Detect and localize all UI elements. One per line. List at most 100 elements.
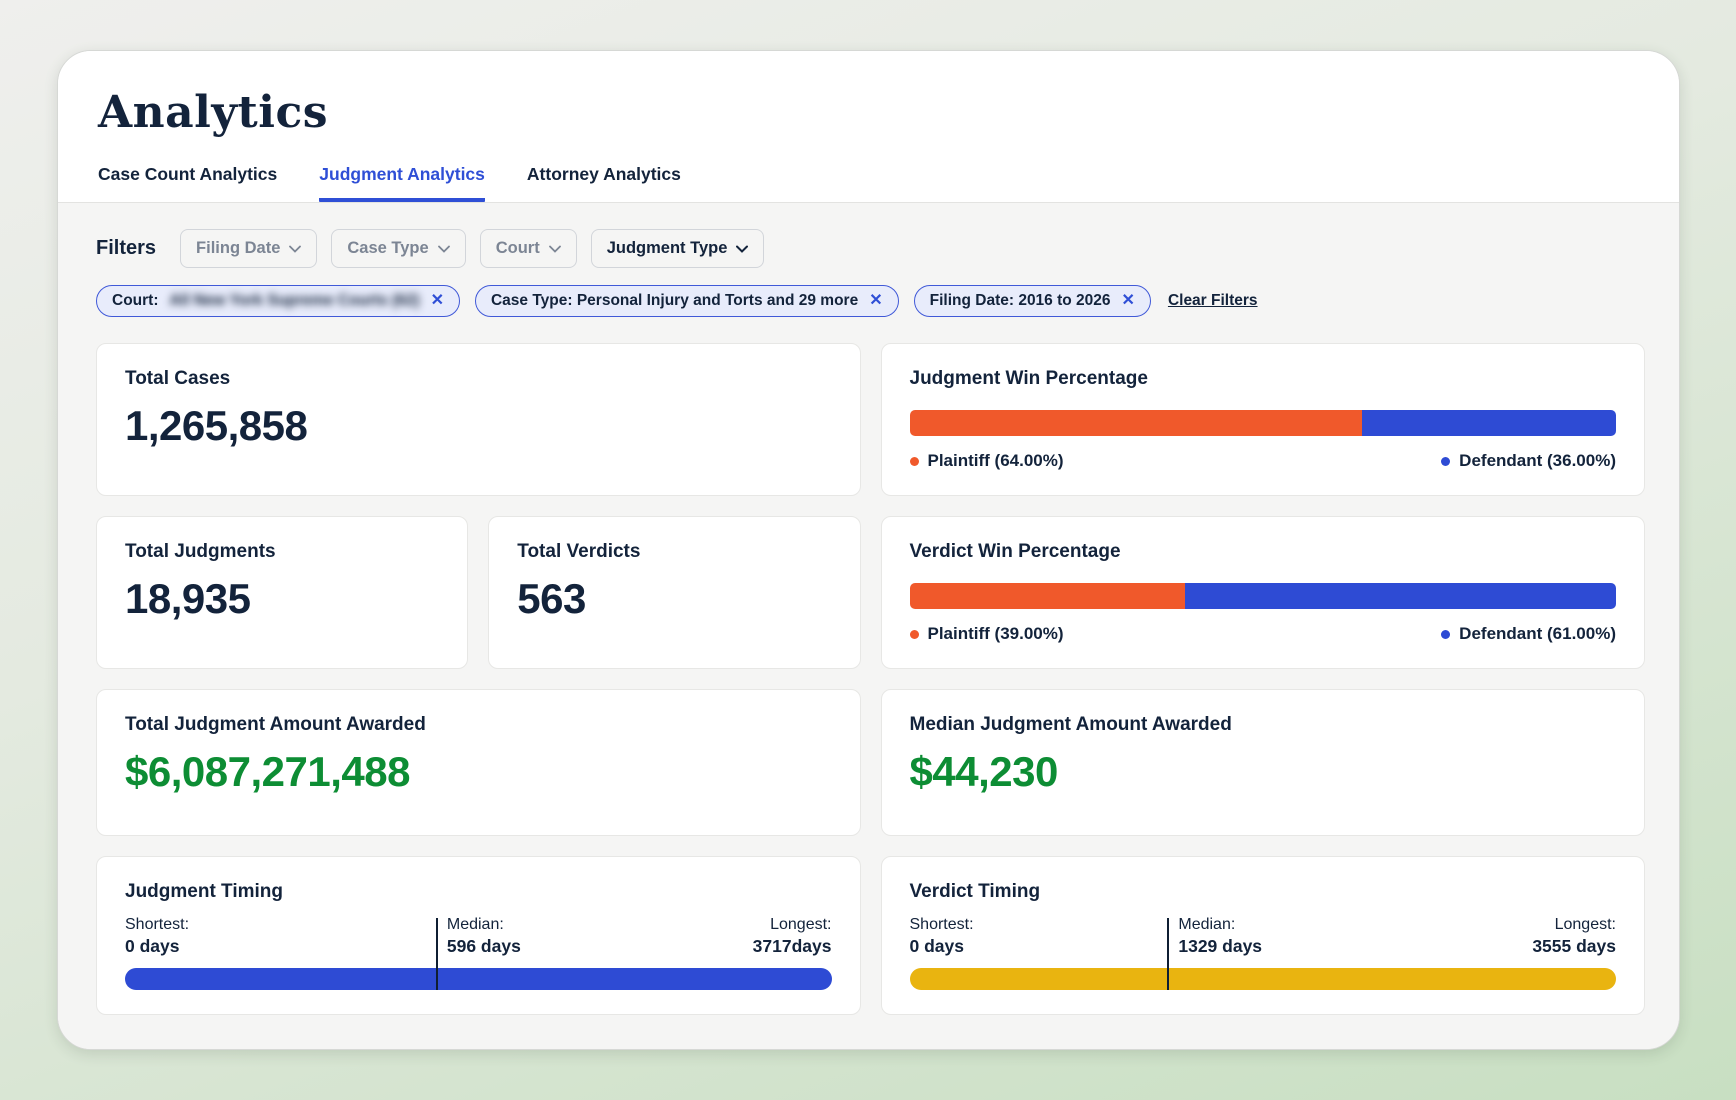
totals-subgrid: Total Judgments 18,935 Total Verdicts 56…	[96, 516, 861, 669]
active-filter-chips: Court: All New York Supreme Courts (62) …	[96, 285, 1645, 317]
total-cases-value: 1,265,858	[125, 402, 308, 449]
defendant-dot-icon	[1441, 456, 1451, 466]
tab-case-count-analytics[interactable]: Case Count Analytics	[98, 164, 277, 202]
total-verdicts-value: 563	[517, 575, 586, 622]
remove-court-filter-icon[interactable]: ✕	[431, 293, 444, 309]
content-area: Filters Filing Date Case Type Court Judg…	[58, 203, 1679, 1049]
judgment-win-percentage-card: Judgment Win Percentage Plaintiff (64.00…	[880, 343, 1645, 496]
verdict-win-defendant-legend: Defendant (61.00%)	[1441, 624, 1616, 644]
verdict-win-plaintiff-legend: Plaintiff (39.00%)	[909, 624, 1064, 644]
verdict-timing-median-marker	[1167, 918, 1170, 990]
chevron-down-icon	[289, 245, 302, 253]
judgment-win-defendant-legend: Defendant (36.00%)	[1441, 451, 1616, 471]
total-judgment-amount-value: $6,087,271,488	[125, 748, 410, 795]
judgment-timing-shortest: Shortest: 0 days	[125, 916, 189, 957]
filters-label: Filters	[96, 237, 157, 259]
judgment-win-bar	[909, 410, 1617, 436]
judgment-win-plaintiff-segment	[909, 410, 1362, 436]
chevron-down-icon	[437, 245, 450, 253]
verdict-timing-median: Median: 1329 days	[1167, 916, 1262, 957]
judgment-win-defendant-label: Defendant (36.00%)	[1459, 451, 1616, 470]
judgment-timing-title: Judgment Timing	[125, 881, 283, 902]
verdict-win-defendant-segment	[1185, 583, 1616, 609]
filing-date-dropdown-label: Filing Date	[196, 239, 281, 257]
filters-row: Filters Filing Date Case Type Court Judg…	[96, 229, 1645, 268]
court-chip-prefix: Court:	[112, 292, 159, 309]
judgment-win-title: Judgment Win Percentage	[909, 368, 1148, 389]
longest-value: 3717days	[752, 936, 832, 956]
court-chip-redacted-value: All New York Supreme Courts (62)	[169, 292, 420, 309]
verdict-timing-title: Verdict Timing	[909, 881, 1041, 902]
verdict-timing-body: Shortest: 0 days Longest: 3555 days Medi…	[909, 916, 1617, 990]
shortest-value: 0 days	[125, 936, 180, 956]
remove-filing-date-filter-icon[interactable]: ✕	[1122, 293, 1135, 309]
verdict-timing-shortest: Shortest: 0 days	[910, 916, 974, 957]
verdict-win-bar	[909, 583, 1617, 609]
shortest-label: Shortest:	[125, 916, 190, 933]
judgment-timing-median: Median: 596 days	[436, 916, 521, 957]
analytics-panel: Analytics Case Count Analytics Judgment …	[57, 50, 1680, 1050]
judgment-type-dropdown-label: Judgment Type	[606, 239, 728, 257]
judgment-win-legend: Plaintiff (64.00%) Defendant (36.00%)	[909, 451, 1616, 471]
total-judgment-amount-card: Total Judgment Amount Awarded $6,087,271…	[96, 689, 861, 836]
verdict-win-percentage-card: Verdict Win Percentage Plaintiff (39.00%…	[880, 516, 1645, 669]
filing-date-chip-label: Filing Date: 2016 to 2026	[929, 292, 1111, 309]
court-dropdown[interactable]: Court	[479, 229, 577, 268]
judgment-type-dropdown[interactable]: Judgment Type	[590, 229, 765, 268]
judgment-timing-longest: Longest: 3717days	[753, 916, 832, 957]
total-cases-card: Total Cases 1,265,858	[96, 343, 861, 496]
tab-bar: Case Count Analytics Judgment Analytics …	[98, 164, 1639, 202]
judgment-timing-body: Shortest: 0 days Longest: 3717days Media…	[125, 916, 832, 990]
verdict-timing-labels: Shortest: 0 days Longest: 3555 days	[910, 916, 1617, 957]
filing-date-dropdown[interactable]: Filing Date	[180, 229, 318, 268]
tab-attorney-analytics[interactable]: Attorney Analytics	[527, 164, 681, 202]
shortest-value: 0 days	[909, 936, 964, 956]
chevron-down-icon	[548, 245, 561, 253]
plaintiff-dot-icon	[909, 629, 919, 639]
case-type-dropdown-label: Case Type	[347, 239, 429, 257]
judgment-win-defendant-segment	[1361, 410, 1616, 436]
judgment-timing-bar	[125, 968, 832, 990]
judgment-timing-card: Judgment Timing Shortest: 0 days Longest…	[96, 856, 861, 1015]
cards-grid: Total Cases 1,265,858 Judgment Win Perce…	[96, 343, 1645, 1015]
total-judgments-title: Total Judgments	[125, 541, 276, 562]
panel-header: Analytics Case Count Analytics Judgment …	[58, 51, 1679, 203]
total-verdicts-card: Total Verdicts 563	[488, 516, 861, 669]
total-verdicts-title: Total Verdicts	[517, 541, 641, 562]
remove-case-type-filter-icon[interactable]: ✕	[869, 293, 882, 309]
verdict-win-plaintiff-segment	[909, 583, 1186, 609]
case-type-chip-label: Case Type: Personal Injury and Torts and…	[490, 292, 859, 309]
page-title: Analytics	[98, 87, 329, 138]
median-judgment-amount-value: $44,230	[909, 748, 1059, 795]
median-value: 1329 days	[1178, 936, 1263, 956]
total-judgments-card: Total Judgments 18,935	[96, 516, 469, 669]
judgment-win-plaintiff-legend: Plaintiff (64.00%)	[909, 451, 1064, 471]
total-judgment-amount-title: Total Judgment Amount Awarded	[125, 714, 426, 735]
longest-value: 3555 days	[1532, 936, 1616, 956]
case-type-filter-chip[interactable]: Case Type: Personal Injury and Torts and…	[474, 285, 899, 317]
median-judgment-amount-card: Median Judgment Amount Awarded $44,230	[880, 689, 1645, 836]
defendant-dot-icon	[1441, 629, 1451, 639]
filing-date-filter-chip[interactable]: Filing Date: 2016 to 2026 ✕	[913, 285, 1151, 317]
total-cases-title: Total Cases	[125, 368, 231, 389]
median-label: Median:	[446, 916, 504, 933]
verdict-win-plaintiff-label: Plaintiff (39.00%)	[927, 624, 1064, 643]
median-label: Median:	[1178, 916, 1236, 933]
verdict-timing-longest: Longest: 3555 days	[1532, 916, 1616, 957]
median-judgment-amount-title: Median Judgment Amount Awarded	[909, 714, 1232, 735]
clear-filters-link[interactable]: Clear Filters	[1168, 292, 1258, 310]
court-dropdown-label: Court	[495, 239, 540, 257]
case-type-dropdown[interactable]: Case Type	[331, 229, 466, 268]
tab-judgment-analytics[interactable]: Judgment Analytics	[319, 164, 485, 202]
court-filter-chip[interactable]: Court: All New York Supreme Courts (62) …	[96, 285, 460, 317]
verdict-timing-card: Verdict Timing Shortest: 0 days Longest:…	[880, 856, 1645, 1015]
verdict-win-legend: Plaintiff (39.00%) Defendant (61.00%)	[909, 624, 1616, 644]
judgment-timing-median-marker	[435, 918, 438, 990]
longest-label: Longest:	[1554, 916, 1616, 933]
shortest-label: Shortest:	[909, 916, 974, 933]
plaintiff-dot-icon	[909, 456, 919, 466]
longest-label: Longest:	[770, 916, 832, 933]
median-value: 596 days	[446, 936, 521, 956]
chevron-down-icon	[736, 245, 749, 253]
verdict-win-defendant-label: Defendant (61.00%)	[1459, 624, 1616, 643]
